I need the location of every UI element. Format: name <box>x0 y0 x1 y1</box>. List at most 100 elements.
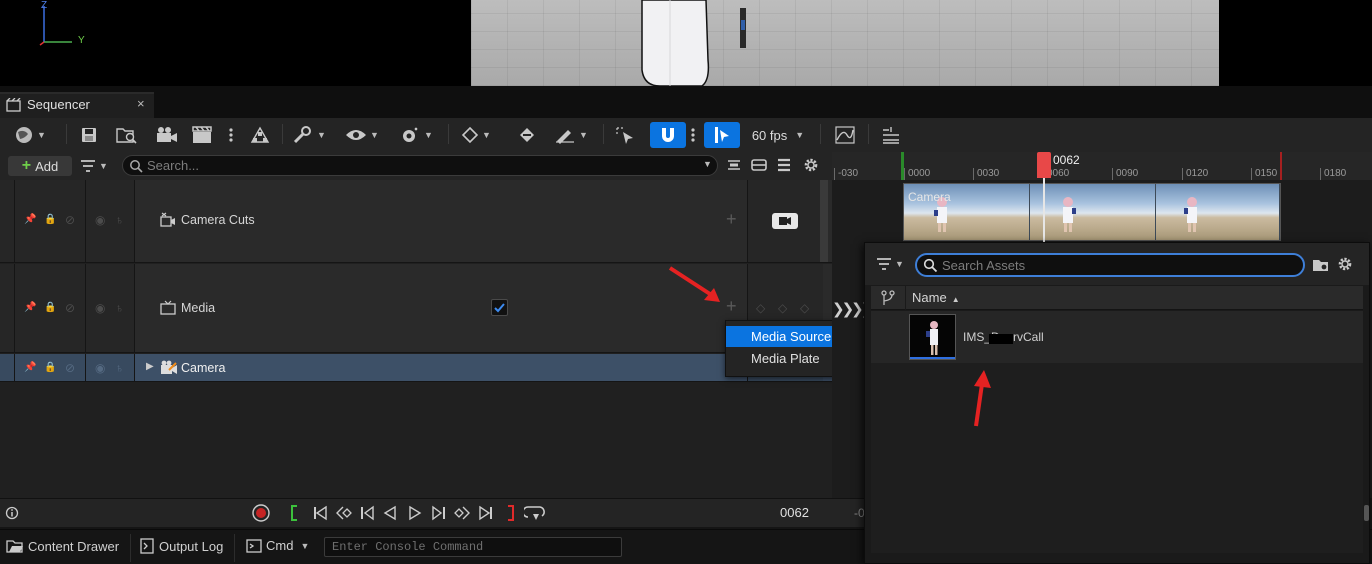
cmd-dropdown[interactable]: Cmd ▼ <box>246 538 309 553</box>
current-frame-field[interactable]: 0062 <box>780 505 809 520</box>
output-log-button[interactable]: Output Log <box>140 538 223 554</box>
render-movie-button[interactable] <box>154 122 180 148</box>
track-search-box[interactable]: ▼ <box>122 155 718 176</box>
eye-icon[interactable]: ◉ <box>95 361 105 375</box>
auto-key-button[interactable] <box>514 122 540 148</box>
expand-arrow-icon[interactable]: ▶ <box>146 361 154 372</box>
menu-item-label: Media Plate <box>751 351 820 366</box>
list-view-icon[interactable] <box>777 158 791 172</box>
prev-key-icon[interactable]: ◇ <box>756 301 765 315</box>
track-row-camera[interactable]: 📌 🔒 ⊘ ◉ ♄ ▶ Camera <box>0 354 832 382</box>
step-forward-icon <box>431 505 447 521</box>
world-button[interactable]: ▼ <box>10 122 50 148</box>
set-start-button[interactable] <box>286 503 302 523</box>
next-key-icon <box>453 505 471 521</box>
frame-rate-dropdown[interactable]: 60 fps ▼ <box>748 122 808 148</box>
snap-toggle[interactable] <box>650 122 686 148</box>
console-command-input[interactable] <box>325 538 621 556</box>
browse-folder-icon[interactable] <box>1312 258 1330 272</box>
add-key-icon[interactable]: ◇ <box>778 301 787 315</box>
asset-list-scrollbar[interactable] <box>1364 505 1369 521</box>
headphones-icon[interactable]: ♄ <box>115 361 124 375</box>
pin-icon[interactable]: 📌 <box>24 362 36 373</box>
play-reverse-button[interactable] <box>380 503 400 523</box>
record-button[interactable] <box>250 503 272 523</box>
eye-icon[interactable]: ◉ <box>95 301 105 315</box>
skip-back-icon <box>312 505 328 521</box>
track-search-input[interactable] <box>147 157 687 174</box>
tools-button[interactable]: ▼ <box>288 122 330 148</box>
save-button[interactable] <box>78 122 100 148</box>
view-options-button[interactable]: ▼ <box>342 122 382 148</box>
playback-range-end[interactable] <box>1280 152 1282 180</box>
vertical-dots-icon <box>691 127 695 143</box>
bracket-start-icon <box>289 505 299 521</box>
track-row-camera-cuts[interactable]: 📌 🔒 ⊘ ◉ ♄ Camera Cuts + <box>0 180 832 263</box>
add-section-icon[interactable]: + <box>726 296 737 317</box>
close-icon[interactable]: × <box>137 96 145 111</box>
play-button[interactable] <box>405 503 425 523</box>
collapse-rows-icon[interactable] <box>727 158 741 172</box>
outliner-scrollbar[interactable] <box>820 180 828 262</box>
chevron-down-icon: ▼ <box>482 130 491 140</box>
mute-icon[interactable]: ⊘ <box>65 361 75 375</box>
asset-search-box[interactable] <box>915 253 1305 277</box>
curve-editor-button[interactable] <box>832 122 858 148</box>
step-back-button[interactable] <box>357 503 377 523</box>
pin-icon[interactable]: 📌 <box>24 214 36 225</box>
folder-search-icon <box>116 126 138 144</box>
playhead-follow-toggle[interactable] <box>704 122 740 148</box>
hierarchy-button[interactable] <box>246 122 274 148</box>
playhead-handle[interactable] <box>1037 152 1051 178</box>
filter-button[interactable]: ▼ <box>80 157 108 175</box>
keyframe-settings-button[interactable]: ▼ <box>396 122 436 148</box>
edit-mode-button[interactable]: ▼ <box>550 122 592 148</box>
console-command-box[interactable] <box>324 537 622 557</box>
key-interpolation-button[interactable]: ▼ <box>456 122 496 148</box>
source-control-icon[interactable] <box>871 286 905 310</box>
headphones-icon[interactable]: ♄ <box>115 213 124 227</box>
bracket-end-icon <box>506 505 516 521</box>
column-header-name[interactable]: Name ▲ <box>905 286 1363 310</box>
lock-icon[interactable]: 🔒 <box>44 362 56 373</box>
more-options-button[interactable] <box>226 122 236 148</box>
asset-filter-button[interactable]: ▼ <box>876 257 904 271</box>
mute-icon[interactable]: ⊘ <box>65 213 75 227</box>
add-section-icon[interactable]: + <box>726 209 737 230</box>
add-track-button[interactable]: + Add <box>8 156 72 176</box>
settings-gear-icon[interactable] <box>1337 256 1353 272</box>
tab-bar <box>0 86 1372 118</box>
set-end-button[interactable] <box>503 503 519 523</box>
snap-options-button[interactable] <box>688 122 698 148</box>
vertical-dots-icon <box>229 127 233 143</box>
eye-icon[interactable]: ◉ <box>95 213 105 227</box>
info-icon[interactable] <box>5 506 19 520</box>
next-key-icon[interactable]: ◇ <box>800 301 809 315</box>
lock-icon[interactable]: 🔒 <box>44 214 56 225</box>
browse-button[interactable] <box>114 122 140 148</box>
jump-to-start-button[interactable] <box>310 503 330 523</box>
playback-range-start[interactable] <box>901 152 904 180</box>
settings-gear-icon[interactable] <box>803 157 819 173</box>
step-forward-button[interactable] <box>429 503 449 523</box>
asset-search-input[interactable] <box>942 256 1292 274</box>
prev-key-button[interactable] <box>334 503 354 523</box>
tab-sequencer[interactable]: Sequencer × <box>0 92 154 118</box>
media-enabled-checkbox[interactable] <box>491 299 508 316</box>
lock-icon[interactable]: 🔒 <box>44 302 56 313</box>
camera-section-thumbnails[interactable] <box>903 183 1281 241</box>
camera-cut-badge[interactable] <box>772 213 798 229</box>
expand-rows-icon[interactable] <box>751 158 767 172</box>
loop-button[interactable] <box>523 503 547 523</box>
chevron-down-icon[interactable]: ▼ <box>703 159 712 169</box>
jump-to-end-button[interactable] <box>476 503 496 523</box>
headphones-icon[interactable]: ♄ <box>115 301 124 315</box>
track-filter-button[interactable] <box>878 122 904 148</box>
pin-icon[interactable]: 📌 <box>24 302 36 313</box>
mute-icon[interactable]: ⊘ <box>65 301 75 315</box>
content-drawer-button[interactable]: Content Drawer <box>6 538 119 554</box>
pointer-tool-button[interactable] <box>612 122 640 148</box>
track-name: Camera Cuts <box>181 213 255 227</box>
clapboard-button[interactable] <box>190 122 216 148</box>
next-key-button[interactable] <box>452 503 472 523</box>
